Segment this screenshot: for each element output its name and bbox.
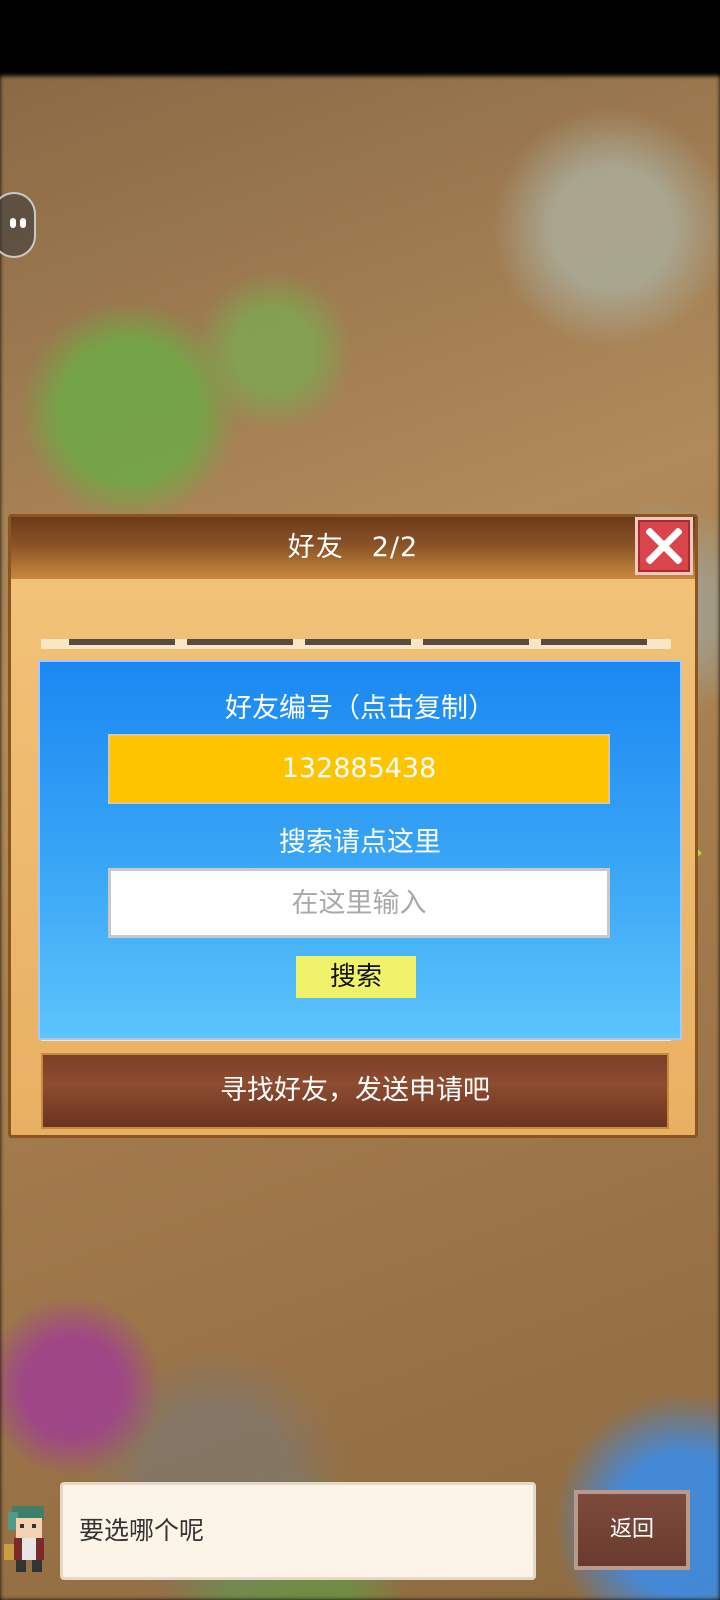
page-tab[interactable] — [423, 639, 529, 645]
page-tab[interactable] — [187, 639, 293, 645]
friend-id-copy-button[interactable]: 132885438 — [108, 734, 610, 804]
dialog-text: 要选哪个呢 — [79, 1516, 205, 1545]
close-button[interactable] — [635, 517, 693, 575]
chat-bubble-icon[interactable] — [0, 192, 36, 258]
page-tab[interactable] — [305, 639, 411, 645]
page-tabs-top — [41, 639, 671, 649]
dialog-bar: 要选哪个呢 返回 — [0, 1480, 720, 1600]
page-tab[interactable] — [541, 639, 647, 645]
back-button[interactable]: 返回 — [574, 1490, 690, 1570]
find-friends-button[interactable]: 寻找好友，发送申请吧 — [41, 1053, 669, 1129]
friend-search-input[interactable] — [108, 868, 610, 938]
search-button[interactable]: 搜索 — [296, 956, 416, 998]
friend-id-label: 好友编号（点击复制） — [225, 693, 495, 724]
panel-title: 好友 2/2 — [287, 532, 419, 563]
close-x-icon — [646, 528, 682, 564]
status-bar — [0, 0, 720, 76]
character-avatar-icon — [4, 1506, 44, 1572]
page-tab[interactable] — [69, 639, 175, 645]
friend-search-card: 好友编号（点击复制） 132885438 搜索请点这里 搜索 — [38, 660, 682, 1040]
search-hint-label: 搜索请点这里 — [279, 827, 441, 858]
dialog-box: 要选哪个呢 — [60, 1482, 536, 1580]
